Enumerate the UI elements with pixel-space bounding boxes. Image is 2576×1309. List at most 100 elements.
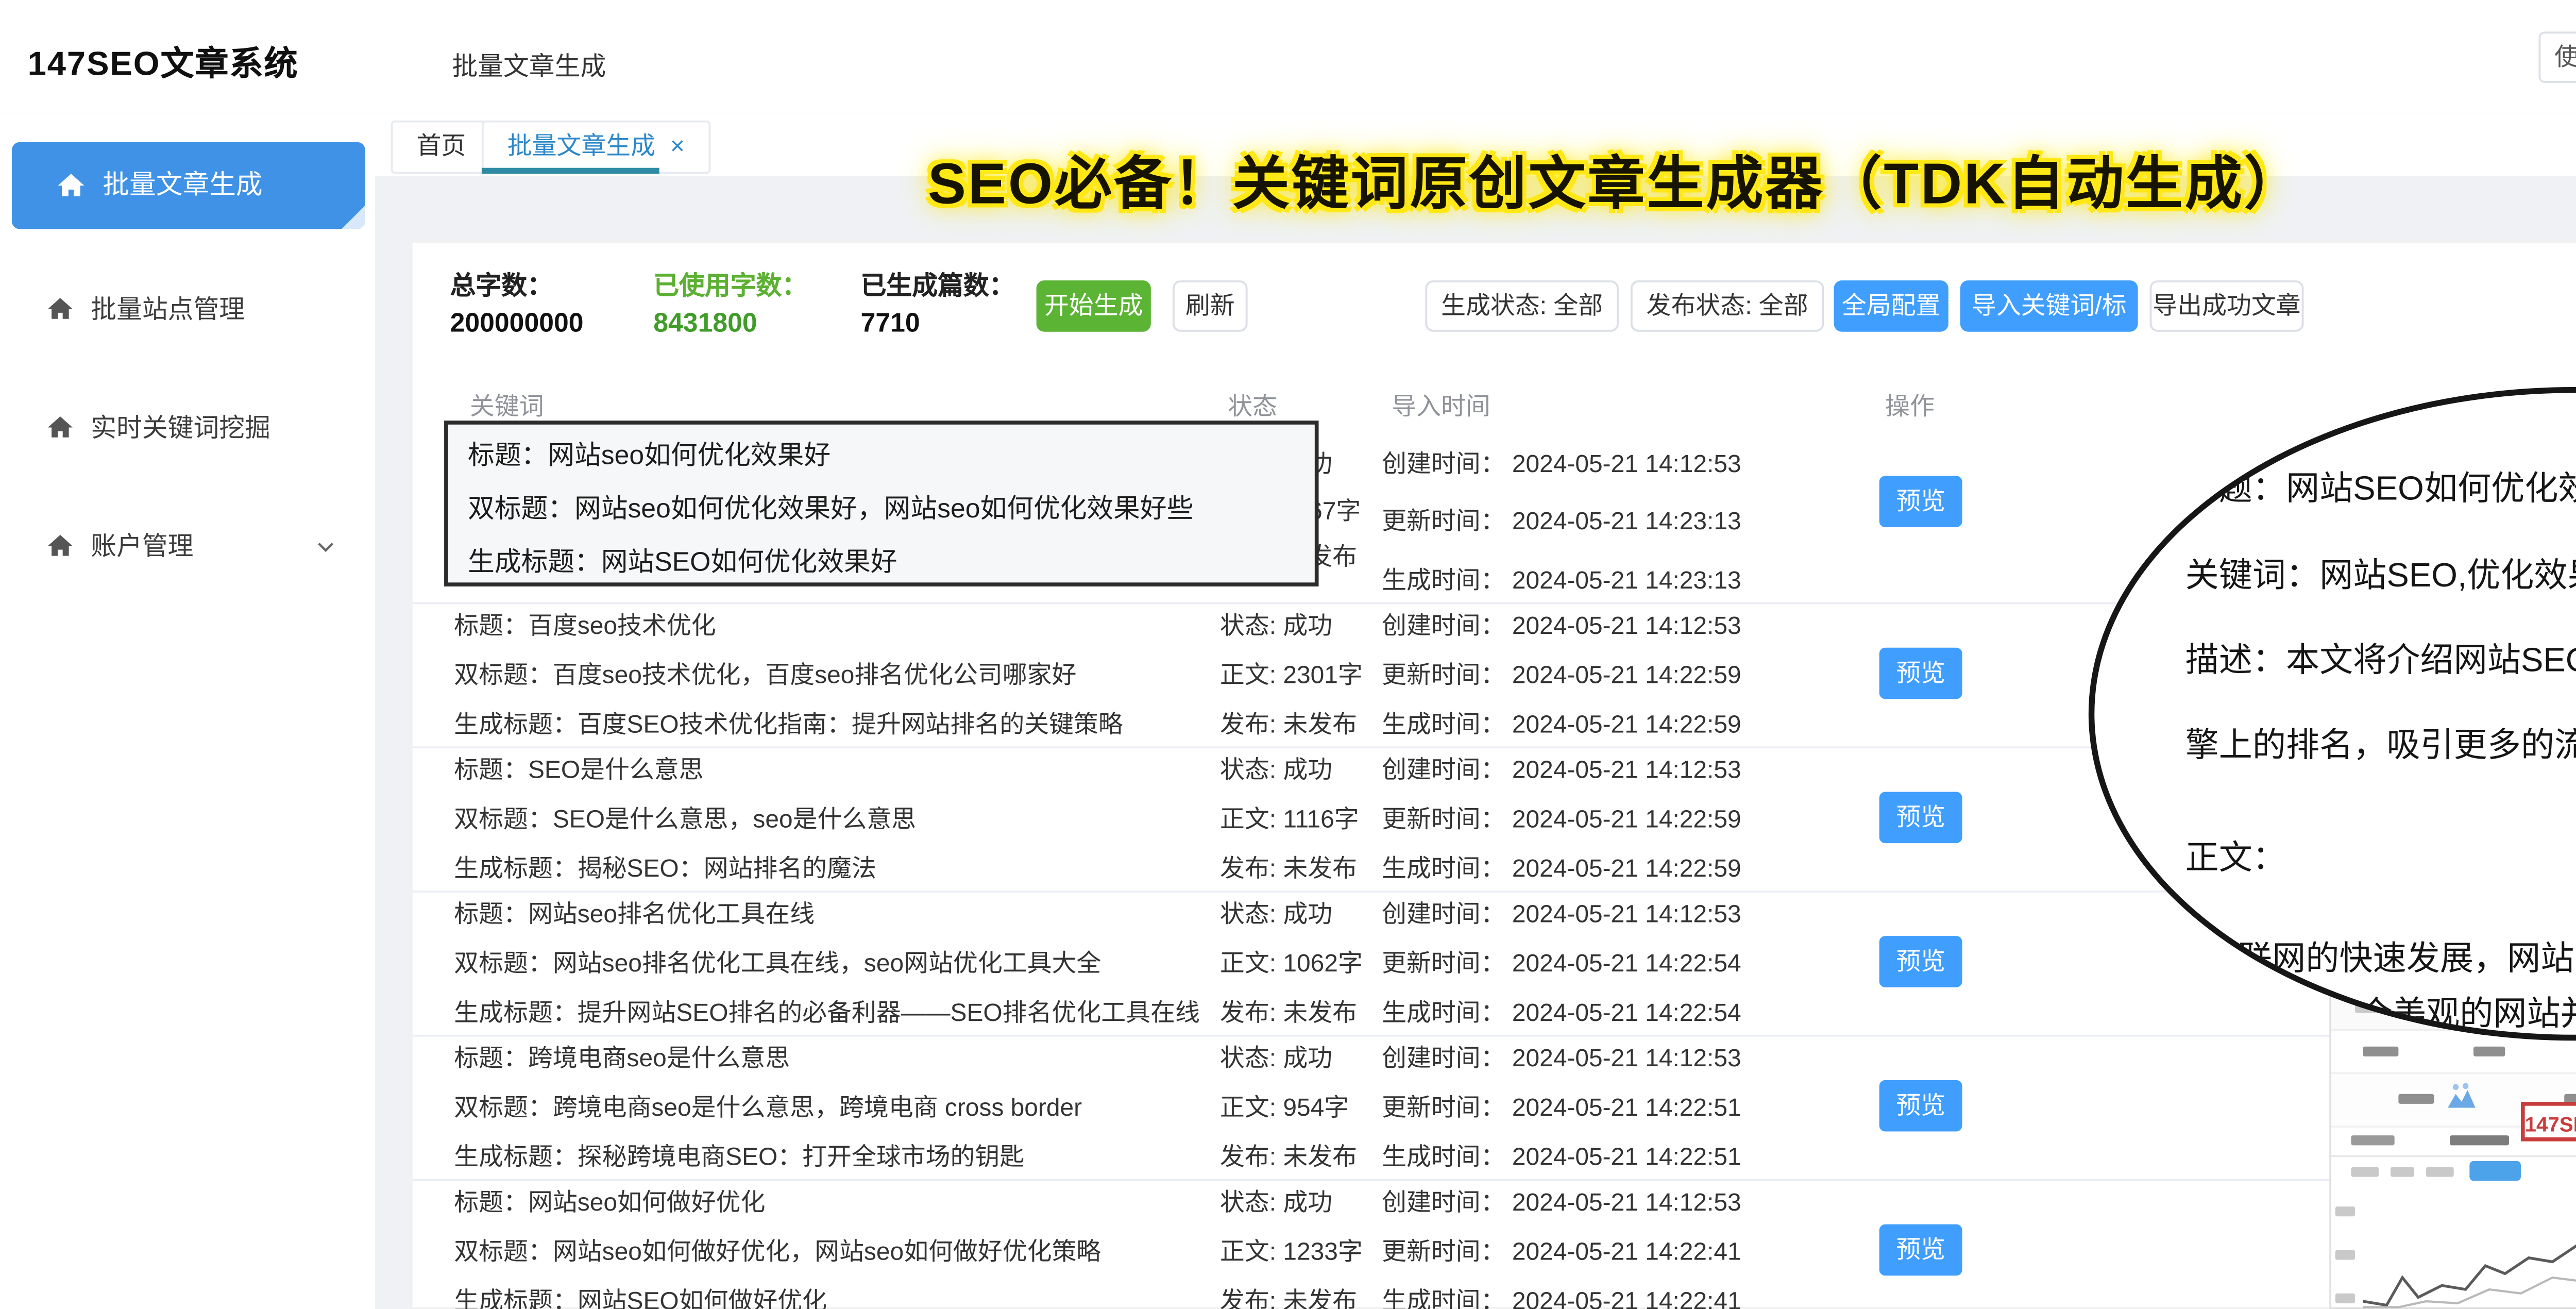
preview-button[interactable]: 预览 [1879,936,1962,987]
sidebar-item-batch-article[interactable]: 批量文章生成 [12,142,365,229]
keyword-callout-box: 标题：网站seo如何优化效果好 双标题：网站seo如何优化效果好，网站seo如何… [444,421,1318,586]
mini-blue-button [2469,1161,2521,1181]
row-updated-time: 更新时间： 2024-05-21 14:23:13 [1382,499,1741,537]
sidebar-item-keyword-mining[interactable]: 实时关键词挖掘 [0,399,375,458]
export-success-button[interactable]: 导出成功文章 [2150,280,2304,332]
row-updated-time: 更新时间： 2024-05-21 14:22:59 [1382,798,1741,835]
preview-button[interactable]: 预览 [1879,1080,1962,1132]
row-title: 标题：百度seo技术优化 [454,604,716,642]
preview-button[interactable]: 预览 [1879,1224,1962,1276]
used-words-value: 8431800 [653,308,757,338]
callout-double-title: 双标题：网站seo如何优化效果好，网站seo如何优化效果好些 [468,486,1193,526]
row-generated-time: 生成时间： 2024-05-21 14:22:54 [1382,991,1741,1029]
generated-count-value: 7710 [861,308,920,338]
row-created-time: 创建时间： 2024-05-21 14:12:53 [1382,748,1741,786]
row-word-count: 正文: 1233字 [1220,1230,1363,1268]
home-icon [55,170,87,211]
row-generated-title: 生成标题：网站SEO如何做好优化 [454,1280,827,1309]
row-updated-time: 更新时间： 2024-05-21 14:22:59 [1382,653,1741,691]
row-generated-time: 生成时间： 2024-05-21 14:22:51 [1382,1135,1741,1173]
promo-headline: SEO必备！关键词原创文章生成器（TDK自动生成） [928,138,2303,221]
publish-status-select[interactable]: 发布状态: 全部 [1631,280,1824,332]
row-word-count: 正文: 954字 [1220,1086,1349,1123]
row-generated-time: 生成时间： 2024-05-21 14:22:59 [1382,703,1741,741]
close-icon[interactable]: × [670,132,685,160]
refresh-button[interactable]: 刷新 [1173,280,1248,332]
start-generate-button[interactable]: 开始生成 [1037,280,1151,332]
row-updated-time: 更新时间： 2024-05-21 14:22:54 [1382,942,1741,980]
row-created-time: 创建时间： 2024-05-21 14:12:53 [1382,893,1741,930]
chevron-down-icon [312,533,340,571]
trend-chart-left [2359,1187,2576,1309]
row-publish-status: 发布: 未发布 [1220,703,1357,741]
row-publish-status: 发布: 未发布 [1220,1280,1357,1309]
row-title: 标题：网站seo排名优化工具在线 [454,893,815,930]
preview-button[interactable]: 预览 [1879,792,1962,843]
row-double-title: 双标题：网站seo排名优化工具在线，seo网站优化工具大全 [454,942,1101,980]
sidebar-item-account[interactable]: 账户管理 [0,517,375,577]
row-status: 状态: 成功 [1220,748,1332,786]
col-header-import-time: 导入时间 [1392,385,1490,423]
row-title: 标题：跨境电商seo是什么意思 [454,1037,790,1075]
breadcrumb: 批量文章生成 [452,45,606,83]
tab-batch-article[interactable]: 批量文章生成 × [482,121,710,174]
top-header [0,0,2576,114]
row-word-count: 正文: 1116字 [1220,798,1359,835]
preview-button[interactable]: 预览 [1879,648,1962,699]
row-status: 状态: 成功 [1220,1181,1332,1218]
app-window: 147SEO文章系统 批量文章生成 使用教程 联系客服 65e4811dfb64… [0,0,2576,1309]
row-created-time: 创建时间： 2024-05-21 14:12:53 [1382,1181,1741,1218]
import-keywords-button[interactable]: 导入关键词/标题 [1960,280,2138,332]
generate-status-select[interactable]: 生成状态: 全部 [1425,280,1618,332]
row-double-title: 双标题：网站seo如何做好优化，网站seo如何做好优化策略 [454,1230,1101,1268]
row-generated-title: 生成标题：百度SEO技术优化指南：提升网站排名的关键策略 [454,703,1123,741]
row-publish-status: 发布: 未发布 [1220,991,1357,1029]
generated-count-label: 已生成篇数： [861,264,1015,302]
sidebar-item-site-manage[interactable]: 批量站点管理 [0,280,375,340]
row-generated-title: 生成标题：探秘跨境电商SEO：打开全球市场的钥匙 [454,1135,1024,1173]
col-header-action: 操作 [1885,385,1935,423]
row-generated-title: 生成标题：提升网站SEO排名的必备利器——SEO排名优化工具在线 [454,991,1200,1029]
row-publish-status: 发布: 未发布 [1220,1135,1357,1173]
total-words-value: 200000000 [450,308,584,338]
callout-title: 标题：网站seo如何优化效果好 [468,432,831,472]
preview-body-label: 正文： [2185,829,2286,879]
tab-label: 批量文章生成 [507,132,655,160]
active-tab-underline [482,168,659,174]
row-double-title: 双标题：跨境电商seo是什么意思，跨境电商 cross border [454,1086,1082,1123]
row-generated-time: 生成时间： 2024-05-21 14:22:41 [1382,1280,1741,1309]
used-words-label: 已使用字数： [653,264,807,302]
total-words-label: 总字数： [450,264,553,302]
sidebar-item-label: 批量站点管理 [91,280,245,340]
row-generated-title: 生成标题：揭秘SEO：网站排名的魔法 [454,847,876,885]
mini-divider [2331,1155,2576,1157]
row-status: 状态: 成功 [1220,604,1332,642]
row-title: 标题：SEO是什么意思 [454,748,703,786]
row-generated-time: 生成时间： 2024-05-21 14:22:59 [1382,847,1741,885]
preview-description-line1: 描述：本文将介绍网站SEO的优化方法，帮助您提升网 [2185,632,2576,681]
global-config-button[interactable]: 全局配置 [1834,280,1948,332]
corner-fold-icon [340,204,365,229]
row-created-time: 创建时间： 2024-05-21 14:12:53 [1382,442,1741,480]
row-double-title: 双标题：百度seo技术优化，百度seo排名优化公司哪家好 [454,653,1076,691]
row-double-title: 双标题：SEO是什么意思，seo是什么意思 [454,798,916,835]
app-logo: 147SEO文章系统 [28,36,299,85]
row-publish-status: 发布: 未发布 [1220,847,1357,885]
tutorial-button[interactable]: 使用教程 [2538,31,2576,83]
preview-description-line2: 擎上的排名，吸引更多的流量和用户。 [2185,717,2576,766]
row-created-time: 创建时间： 2024-05-21 14:12:53 [1382,604,1741,642]
col-header-keyword: 关键词 [470,385,544,423]
tab-home[interactable]: 首页 [391,121,492,174]
case-annotation-red-box: 147SEO官网案例，收录和排名稳定上升！ [2521,1102,2576,1142]
preview-title: 标题：网站SEO如何优化效果好 [2185,460,2576,510]
row-title: 标题：网站seo如何做好优化 [454,1181,765,1218]
preview-button[interactable]: 预览 [1879,476,1962,527]
sidebar-item-label: 账户管理 [91,517,193,577]
preview-body-line2: 有一个美观的网站并不 [2292,985,2576,1035]
callout-generated-title: 生成标题：网站SEO如何优化效果好 [468,539,897,579]
row-updated-time: 更新时间： 2024-05-21 14:22:41 [1382,1230,1741,1268]
row-word-count: 正文: 1062字 [1220,942,1363,980]
row-created-time: 创建时间： 2024-05-21 14:12:53 [1382,1037,1741,1075]
home-icon [45,294,75,334]
row-word-count: 正文: 2301字 [1220,653,1363,691]
